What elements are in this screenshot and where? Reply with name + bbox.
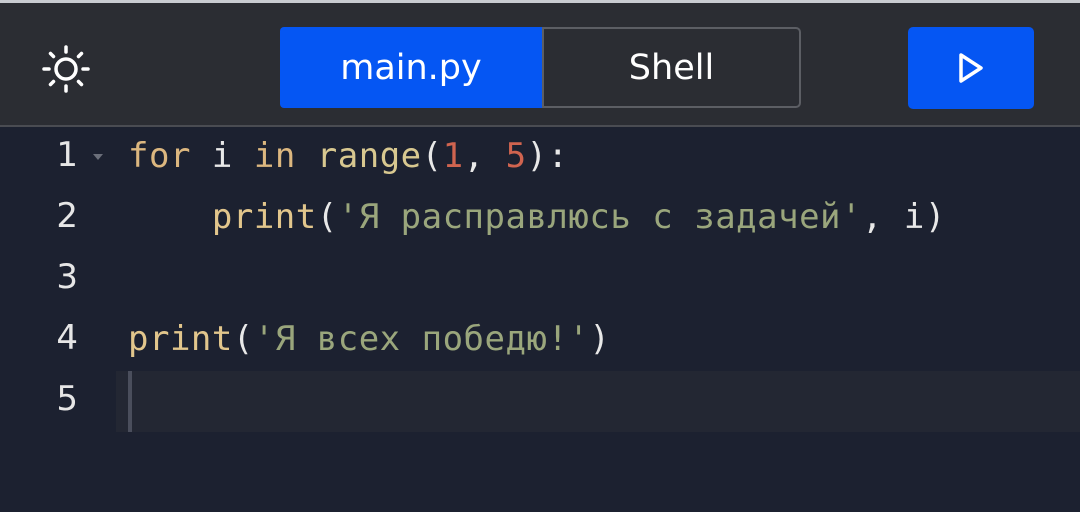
line-number: 1 [56, 135, 78, 175]
code-token-fn: range [316, 136, 422, 176]
code-line[interactable]: 2 print('Я расправлюсь с задачей', i) [0, 188, 1080, 249]
code-token-plain: ( [421, 136, 443, 176]
line-number: 5 [56, 379, 78, 419]
theme-toggle-button[interactable] [36, 41, 96, 97]
code-token-str: 'Я всех победю!' [253, 319, 590, 359]
code-token-plain: ( [316, 197, 338, 237]
code-token-plain: ): [526, 136, 569, 176]
code-line[interactable]: 1 for i in range(1, 5): [0, 127, 1080, 188]
fold-arrow-icon[interactable] [92, 151, 104, 163]
tab-shell[interactable]: Shell [542, 27, 801, 108]
code-token-str: 'Я расправлюсь с задачей' [337, 197, 862, 237]
code-token-builtin: print [211, 197, 317, 237]
code-line[interactable]: 5 [0, 371, 1080, 432]
code-token-plain: , [463, 136, 506, 176]
code-editor[interactable]: 1 for i in range(1, 5): 2 print('Я расправ… [0, 127, 1080, 512]
code-token-plain: ) [589, 319, 611, 359]
toolbar: main.py Shell [0, 3, 1080, 125]
code-token-builtin: print [128, 319, 233, 359]
code-text: for i in range(1, 5): [128, 136, 569, 176]
line-number: 2 [56, 196, 78, 236]
code-token-plain: i [190, 136, 254, 176]
file-tabs: main.py Shell [280, 27, 801, 108]
code-text: print('Я расправлюсь с задачей', i) [128, 197, 946, 237]
code-line[interactable]: 4 print('Я всех победю!') [0, 310, 1080, 371]
code-token-num: 1 [442, 136, 464, 176]
run-button[interactable] [908, 27, 1034, 109]
play-icon [959, 53, 983, 83]
code-token-kw: for [128, 136, 191, 176]
code-token-plain: , i) [861, 197, 946, 237]
tab-label: main.py [340, 47, 482, 88]
code-token-kw: in [253, 136, 296, 176]
tab-main-py[interactable]: main.py [280, 27, 542, 108]
code-token-plain: ( [232, 319, 254, 359]
code-line[interactable]: 3 [0, 249, 1080, 310]
code-token-num: 5 [505, 136, 527, 176]
tab-label: Shell [628, 47, 715, 88]
code-text: print('Я всех победю!') [128, 319, 610, 359]
line-number: 3 [56, 257, 78, 297]
sun-icon [42, 45, 90, 93]
line-number: 4 [56, 318, 78, 358]
